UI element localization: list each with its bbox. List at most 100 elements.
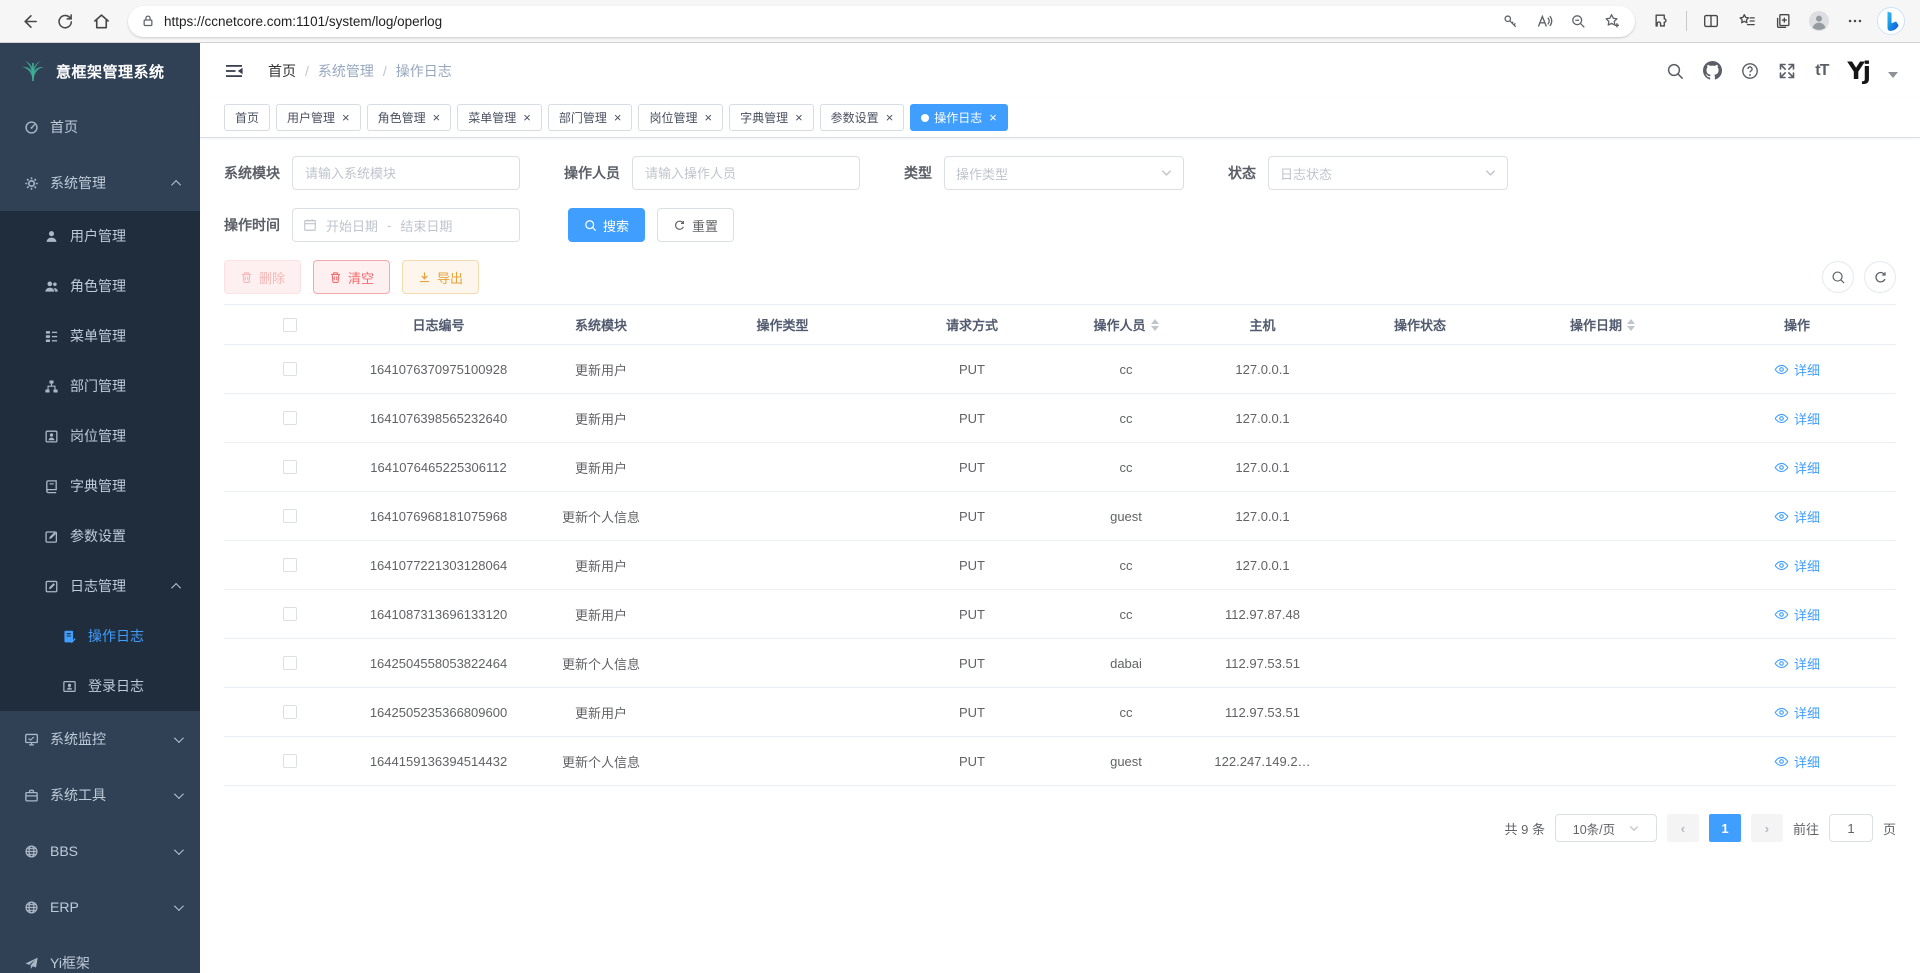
close-icon[interactable]: × (795, 111, 803, 124)
search-button[interactable]: 搜索 (568, 208, 645, 242)
column-header-操作日期[interactable]: 操作日期 (1507, 315, 1698, 334)
operator-input[interactable] (632, 156, 860, 190)
menu-fold-icon (224, 61, 244, 81)
close-icon[interactable]: × (886, 111, 894, 124)
sidebar-item-system-mgmt[interactable]: 系统管理 (0, 155, 200, 211)
column-header-操作人员[interactable]: 操作人员 (1060, 315, 1192, 334)
detail-link[interactable]: 详细 (1774, 752, 1820, 771)
refresh-button[interactable] (48, 5, 82, 37)
detail-link[interactable]: 详细 (1774, 654, 1820, 673)
tab-用户管理[interactable]: 用户管理× (276, 104, 361, 131)
favorite-add-button[interactable] (1597, 7, 1627, 35)
reset-button[interactable]: 重置 (657, 208, 734, 242)
sidebar-item-param-settings[interactable]: 参数设置 (0, 511, 200, 561)
close-icon[interactable]: × (523, 111, 531, 124)
sidebar-item-login-log[interactable]: 登录日志 (0, 661, 200, 711)
row-checkbox[interactable] (283, 754, 297, 768)
home-button[interactable] (84, 5, 118, 37)
address-bar[interactable]: https://ccnetcore.com:1101/system/log/op… (128, 6, 1635, 37)
font-size-button[interactable]: tT (1815, 62, 1828, 80)
date-range-picker[interactable]: 开始日期 - 结束日期 (292, 208, 520, 242)
extensions-button[interactable] (1645, 5, 1679, 37)
row-checkbox[interactable] (283, 656, 297, 670)
sidebar-item-oper-log[interactable]: 操作日志 (0, 611, 200, 661)
export-button[interactable]: 导出 (402, 260, 479, 294)
app-logo[interactable]: 意框架管理系统 (0, 43, 200, 99)
sidebar-item-menu-mgmt[interactable]: 菜单管理 (0, 311, 200, 361)
close-icon[interactable]: × (989, 111, 997, 124)
sidebar-item-role-mgmt[interactable]: 角色管理 (0, 261, 200, 311)
sort-caret-icon[interactable] (1627, 319, 1635, 331)
row-checkbox[interactable] (283, 411, 297, 425)
close-icon[interactable]: × (433, 111, 441, 124)
row-checkbox[interactable] (283, 558, 297, 572)
row-checkbox[interactable] (283, 509, 297, 523)
detail-link[interactable]: 详细 (1774, 360, 1820, 379)
tab-岗位管理[interactable]: 岗位管理× (638, 104, 723, 131)
sidebar-item-yi-framework[interactable]: Yi框架 (0, 935, 200, 973)
tab-操作日志[interactable]: 操作日志× (910, 104, 1008, 131)
user-avatar-logo[interactable]: Yj (1847, 59, 1869, 83)
sidebar-item-post-mgmt[interactable]: 岗位管理 (0, 411, 200, 461)
page-size-select[interactable]: 10条/页 (1555, 814, 1657, 842)
favorites-bar-button[interactable] (1730, 5, 1764, 37)
sidebar-collapse-button[interactable] (224, 61, 244, 81)
row-checkbox[interactable] (283, 460, 297, 474)
tab-字典管理[interactable]: 字典管理× (729, 104, 814, 131)
bing-chat-button[interactable] (1874, 5, 1908, 37)
page-1-button[interactable]: 1 (1709, 814, 1741, 842)
close-icon[interactable]: × (342, 111, 350, 124)
detail-link[interactable]: 详细 (1774, 556, 1820, 575)
prev-page-button[interactable]: ‹ (1667, 814, 1699, 842)
zoom-out-button[interactable] (1563, 7, 1593, 35)
tab-角色管理[interactable]: 角色管理× (367, 104, 452, 131)
settings-more-button[interactable] (1838, 5, 1872, 37)
profile-button[interactable] (1802, 5, 1836, 37)
sidebar-item-system-monitor[interactable]: 系统监控 (0, 711, 200, 767)
github-button[interactable] (1703, 61, 1722, 80)
sidebar-item-dict-mgmt[interactable]: 字典管理 (0, 461, 200, 511)
next-page-button[interactable]: › (1751, 814, 1783, 842)
tab-菜单管理[interactable]: 菜单管理× (457, 104, 542, 131)
row-checkbox[interactable] (283, 607, 297, 621)
close-icon[interactable]: × (704, 111, 712, 124)
detail-link[interactable]: 详细 (1774, 605, 1820, 624)
close-icon[interactable]: × (614, 111, 622, 124)
sidebar-item-dept-mgmt[interactable]: 部门管理 (0, 361, 200, 411)
row-checkbox[interactable] (283, 362, 297, 376)
tab-参数设置[interactable]: 参数设置× (820, 104, 905, 131)
fullscreen-button[interactable] (1778, 62, 1796, 80)
refresh-table-button[interactable] (1864, 261, 1896, 293)
breadcrumb-home[interactable]: 首页 (268, 61, 296, 81)
user-menu-caret-icon[interactable] (1888, 72, 1898, 78)
back-button[interactable] (12, 5, 46, 37)
sidebar-item-home[interactable]: 首页 (0, 99, 200, 155)
type-select[interactable]: 操作类型 (944, 156, 1184, 190)
password-button[interactable] (1495, 7, 1525, 35)
read-aloud-button[interactable] (1529, 7, 1559, 35)
sidebar-item-bbs[interactable]: BBS (0, 823, 200, 879)
detail-link[interactable]: 详细 (1774, 703, 1820, 722)
clear-button[interactable]: 清空 (313, 260, 390, 294)
module-input[interactable] (292, 156, 520, 190)
detail-link[interactable]: 详细 (1774, 507, 1820, 526)
header-search-button[interactable] (1666, 62, 1684, 80)
detail-link[interactable]: 详细 (1774, 409, 1820, 428)
goto-page-input[interactable] (1829, 814, 1873, 842)
delete-button[interactable]: 删除 (224, 260, 301, 294)
sidebar-item-user-mgmt[interactable]: 用户管理 (0, 211, 200, 261)
help-button[interactable] (1741, 62, 1759, 80)
tab-首页[interactable]: 首页 (224, 104, 270, 131)
split-screen-button[interactable] (1694, 5, 1728, 37)
tab-部门管理[interactable]: 部门管理× (548, 104, 633, 131)
detail-link[interactable]: 详细 (1774, 458, 1820, 477)
row-checkbox[interactable] (283, 705, 297, 719)
sort-caret-icon[interactable] (1151, 319, 1159, 331)
select-all-checkbox[interactable] (283, 318, 297, 332)
collections-button[interactable] (1766, 5, 1800, 37)
sidebar-item-system-tools[interactable]: 系统工具 (0, 767, 200, 823)
toggle-search-button[interactable] (1822, 261, 1854, 293)
status-select[interactable]: 日志状态 (1268, 156, 1508, 190)
sidebar-item-erp[interactable]: ERP (0, 879, 200, 935)
sidebar-item-log-mgmt[interactable]: 日志管理 (0, 561, 200, 611)
